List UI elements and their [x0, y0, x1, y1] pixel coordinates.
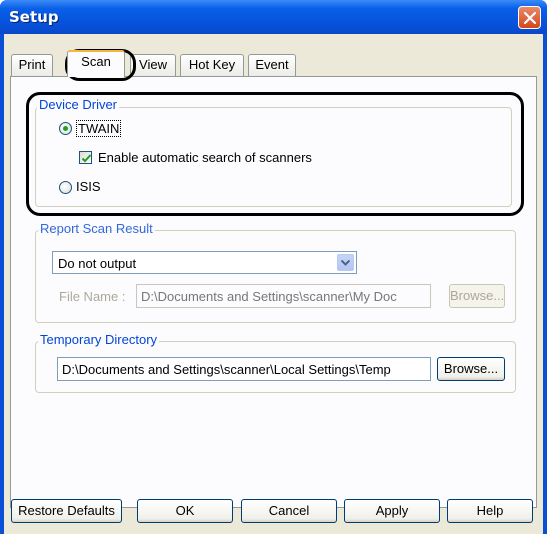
output-select-value: Do not output — [58, 256, 137, 271]
twain-radio[interactable] — [59, 122, 72, 135]
cancel-button[interactable]: Cancel — [241, 499, 337, 523]
close-button[interactable] — [518, 6, 541, 29]
temporary-directory-legend: Temporary Directory — [38, 332, 160, 347]
radio-selected-dot — [63, 126, 68, 131]
tab-view[interactable]: View — [130, 54, 176, 76]
ok-button[interactable]: OK — [137, 499, 233, 523]
chevron-down-icon — [341, 260, 350, 266]
file-name-field: D:\Documents and Settings\scanner\My Doc — [136, 284, 431, 308]
output-select[interactable]: Do not output — [52, 251, 357, 274]
help-button[interactable]: Help — [447, 499, 533, 523]
tab-event[interactable]: Event — [248, 54, 296, 76]
close-icon — [524, 12, 536, 24]
auto-search-label[interactable]: Enable automatic search of scanners — [98, 150, 312, 165]
tab-print[interactable]: Print — [11, 54, 53, 76]
report-scan-result-group — [35, 230, 516, 323]
isis-radio[interactable] — [59, 181, 72, 194]
report-scan-result-legend: Report Scan Result — [38, 221, 155, 236]
dialog-client-area: Print Scan View Hot Key Event Device Dri… — [4, 34, 543, 534]
restore-defaults-button[interactable]: Restore Defaults — [11, 499, 122, 523]
setup-dialog: Setup Print Scan View Hot Key Event Devi… — [0, 0, 547, 534]
title-bar[interactable]: Setup — [0, 0, 547, 34]
twain-label[interactable]: TWAIN — [76, 120, 122, 137]
output-select-dropdown-button[interactable] — [337, 254, 354, 271]
checkmark-icon — [81, 154, 92, 163]
file-name-label: File Name : — [59, 289, 126, 304]
temp-browse-button[interactable]: Browse... — [437, 357, 505, 381]
temp-directory-field[interactable]: D:\Documents and Settings\scanner\Local … — [57, 357, 431, 381]
apply-button[interactable]: Apply — [344, 499, 440, 523]
tab-hot-key[interactable]: Hot Key — [180, 54, 244, 76]
report-browse-button: Browse... — [449, 284, 505, 308]
window-title: Setup — [9, 8, 59, 26]
isis-label[interactable]: ISIS — [76, 179, 101, 194]
device-driver-legend: Device Driver — [37, 97, 120, 112]
auto-search-checkbox[interactable] — [79, 151, 92, 164]
tab-scan[interactable]: Scan — [67, 50, 125, 77]
